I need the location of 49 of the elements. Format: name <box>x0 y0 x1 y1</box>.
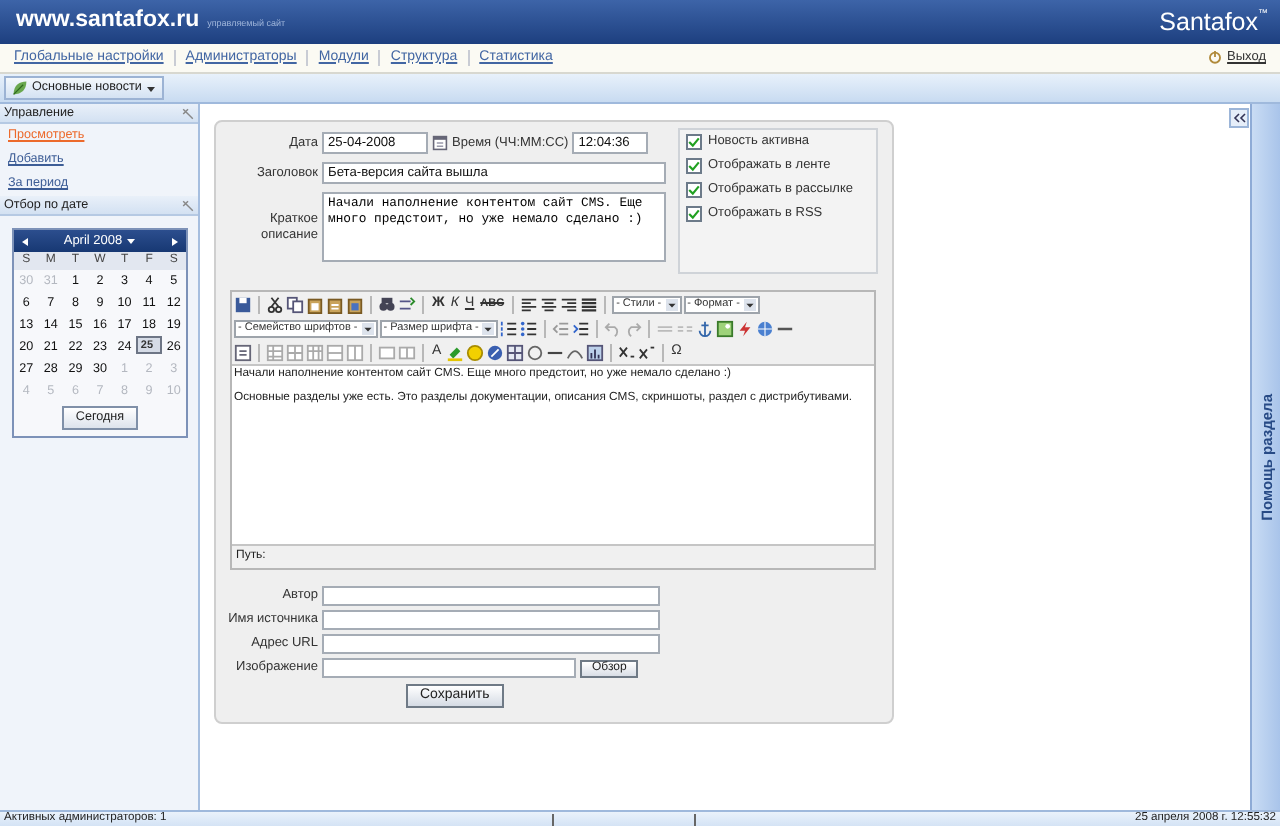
brand-name: Santafox <box>1159 7 1258 37</box>
justify-icon[interactable] <box>580 295 599 313</box>
pencil-icon[interactable] <box>485 343 504 361</box>
checkbox[interactable] <box>686 182 702 198</box>
numbered-list-icon[interactable] <box>500 319 519 337</box>
subscript-icon[interactable] <box>617 343 636 361</box>
highlight-icon[interactable] <box>445 343 464 361</box>
collapse-icon[interactable] <box>1228 108 1250 128</box>
text-field[interactable] <box>322 610 660 630</box>
form-icon[interactable] <box>234 343 252 361</box>
smiley-icon[interactable] <box>465 343 484 361</box>
caret-icon[interactable] <box>126 235 137 246</box>
replace-icon[interactable] <box>398 295 416 313</box>
align-left-icon[interactable] <box>520 295 539 313</box>
binoculars-icon[interactable] <box>378 295 396 313</box>
clipboard-icon[interactable] <box>326 295 344 313</box>
checkbox[interactable] <box>686 134 702 150</box>
power-icon <box>1207 50 1222 65</box>
clipboard-icon[interactable] <box>306 295 324 313</box>
file-path-field[interactable] <box>322 658 576 678</box>
indent-icon[interactable] <box>572 319 591 337</box>
flash-icon[interactable] <box>736 319 755 337</box>
text-field[interactable] <box>322 586 660 606</box>
caret-icon <box>145 83 156 93</box>
align-right-icon[interactable] <box>560 295 579 313</box>
leaf-icon <box>12 80 28 96</box>
grid-icon[interactable] <box>505 343 524 361</box>
anchor-icon[interactable] <box>696 319 715 337</box>
calendar-icon[interactable] <box>432 134 448 152</box>
scissors-icon[interactable] <box>266 295 284 313</box>
floppy-icon[interactable] <box>234 295 252 313</box>
superscript-icon[interactable] <box>637 343 656 361</box>
image-icon[interactable] <box>716 319 735 337</box>
caret-icon[interactable] <box>743 297 756 311</box>
checkbox[interactable] <box>686 158 702 174</box>
text-field[interactable] <box>322 634 660 654</box>
caret-icon[interactable] <box>361 321 374 335</box>
checkbox[interactable] <box>686 206 702 222</box>
next-month-icon[interactable] <box>170 235 180 247</box>
chart-icon[interactable] <box>585 343 604 361</box>
site-address: www.santafox.ru <box>16 8 200 36</box>
clipboard-icon[interactable] <box>346 295 364 313</box>
align-center-icon[interactable] <box>540 295 559 313</box>
previous-month-icon[interactable] <box>20 235 30 247</box>
caret-icon[interactable] <box>482 321 495 335</box>
pages-icon[interactable] <box>286 295 304 313</box>
caret-icon[interactable] <box>665 297 678 311</box>
bullet-list-icon[interactable] <box>520 319 539 337</box>
globe-icon[interactable] <box>756 319 775 337</box>
